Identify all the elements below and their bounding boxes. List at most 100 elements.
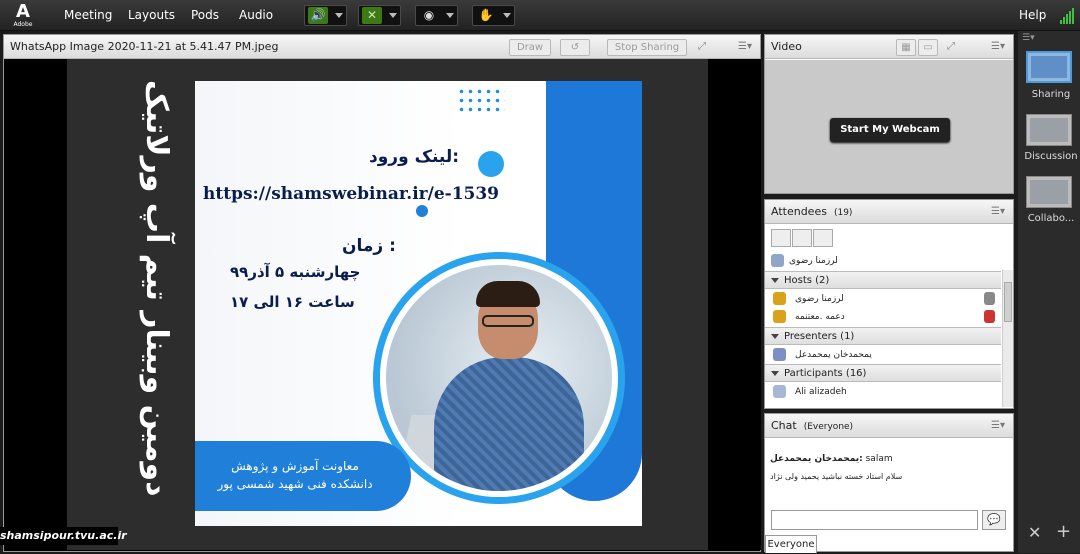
add-layout-icon[interactable]: + bbox=[1056, 521, 1071, 542]
my-status-row[interactable]: لرزمنا رضوی bbox=[765, 252, 1001, 270]
microphone-muted-icon[interactable]: ✕ bbox=[362, 7, 382, 24]
participants-group-label: Participants (16) bbox=[784, 368, 867, 379]
poster-banner-line2: دانشکده فنی شهید شمسی پور bbox=[217, 477, 373, 491]
chat-message: سلام استاد خسته نباشید یحمید ولی نژاد bbox=[770, 472, 902, 481]
video-pod: Video ▦ ▭ ⤢ ☰▾ Start My Webcam bbox=[764, 34, 1014, 194]
layouts-menu-icon[interactable]: ☰▾ bbox=[1022, 33, 1035, 43]
layout-discussion-label[interactable]: Discussion bbox=[1022, 151, 1080, 162]
grid-view-icon[interactable]: ▦ bbox=[896, 39, 916, 56]
speaker-control[interactable]: 🔊 bbox=[304, 5, 347, 26]
presenters-group-header[interactable]: Presenters (1) bbox=[765, 327, 1001, 345]
collapse-triangle-icon[interactable] bbox=[771, 278, 779, 283]
attendees-pod: Attendees (19) ☰▾ لرزمنا رضوی Hosts (2) … bbox=[764, 199, 1014, 409]
video-pod-header: Video ▦ ▭ ⤢ ☰▾ bbox=[765, 35, 1013, 59]
menu-audio[interactable]: Audio bbox=[239, 0, 273, 31]
person-body-illustration bbox=[434, 357, 584, 491]
chat-pod: Chat (Everyone) ☰▾ یمحمدخان یمحمدعل: sal… bbox=[764, 413, 1014, 553]
status-control[interactable]: ✋ bbox=[472, 5, 515, 26]
poster-date: چهارشنبه ۵ آذر۹۹ bbox=[230, 263, 361, 281]
participants-group-header[interactable]: Participants (16) bbox=[765, 364, 1001, 382]
chat-title-text: Chat bbox=[771, 419, 797, 432]
filmstrip-view-icon[interactable]: ▭ bbox=[918, 39, 938, 56]
draw-button[interactable]: Draw bbox=[509, 39, 551, 56]
poster-time-label: زمان : bbox=[342, 236, 396, 256]
poster-hours: ساعت ۱۶ الی ۱۷ bbox=[230, 293, 355, 311]
poster-dot-icon bbox=[478, 151, 504, 177]
chat-sender: یمحمدخان یمحمدعل: bbox=[770, 454, 863, 464]
start-webcam-button[interactable]: Start My Webcam bbox=[830, 118, 950, 142]
attendee-row[interactable]: Ali alizadeh bbox=[765, 383, 1001, 401]
attendee-name: لرزمنا رضوی bbox=[795, 294, 844, 304]
attendee-row[interactable]: دعمه .معتنمه bbox=[765, 308, 1001, 326]
send-message-icon[interactable]: 💬 bbox=[982, 510, 1006, 530]
chat-input[interactable] bbox=[771, 510, 978, 530]
stop-sharing-button[interactable]: Stop Sharing bbox=[607, 39, 687, 56]
layout-collaboration-thumb[interactable] bbox=[1026, 176, 1072, 208]
attendees-count: (19) bbox=[833, 208, 853, 218]
sync-icon[interactable]: ↺ bbox=[560, 39, 590, 56]
slide-vertical-title: دومین وبینار تیم آپ ورلاتیک bbox=[139, 79, 174, 497]
collapse-triangle-icon[interactable] bbox=[771, 371, 779, 376]
person-hair-illustration bbox=[476, 281, 540, 307]
chat-message: یمحمدخان یمحمدعل: salam bbox=[770, 454, 893, 464]
list-view-icon[interactable] bbox=[771, 229, 791, 247]
layout-sharing-label[interactable]: Sharing bbox=[1022, 89, 1080, 100]
site-watermark: shamsipour.tvu.ac.ir bbox=[0, 527, 127, 545]
hosts-group-header[interactable]: Hosts (2) bbox=[765, 271, 1001, 289]
presenter-user-icon bbox=[773, 348, 786, 361]
status-view-icon[interactable] bbox=[813, 229, 833, 247]
host-user-icon bbox=[773, 310, 786, 323]
breakout-icon[interactable] bbox=[792, 229, 812, 247]
speaker-icon[interactable]: 🔊 bbox=[308, 7, 328, 24]
menu-pods[interactable]: Pods bbox=[191, 0, 219, 31]
attendee-row[interactable]: یمحمدخان یمحمدعل bbox=[765, 346, 1001, 364]
attendee-view-toolbar bbox=[771, 229, 835, 249]
adobe-logo-icon: A bbox=[16, 1, 30, 22]
attendee-name: Ali alizadeh bbox=[795, 387, 847, 397]
raise-hand-icon[interactable]: ✋ bbox=[476, 7, 496, 24]
chevron-down-icon[interactable] bbox=[335, 13, 343, 18]
close-icon[interactable]: ✕ bbox=[1028, 523, 1041, 542]
webcam-icon[interactable]: ◉ bbox=[419, 7, 439, 24]
pod-menu-icon[interactable]: ☰▾ bbox=[736, 40, 754, 54]
host-user-icon bbox=[773, 292, 786, 305]
attendee-name: یمحمدخان یمحمدعل bbox=[795, 350, 872, 360]
pod-menu-icon[interactable]: ☰▾ bbox=[989, 40, 1007, 54]
attendees-scrollbar[interactable] bbox=[1002, 270, 1013, 407]
presenters-group-label: Presenters (1) bbox=[784, 331, 855, 342]
attendee-row[interactable]: لرزمنا رضوی bbox=[765, 290, 1001, 308]
pod-menu-icon[interactable]: ☰▾ bbox=[989, 205, 1007, 219]
chevron-down-icon[interactable] bbox=[446, 13, 454, 18]
menu-help[interactable]: Help bbox=[1019, 0, 1046, 31]
chevron-down-icon[interactable] bbox=[503, 13, 511, 18]
microphone-muted-icon bbox=[984, 310, 995, 323]
attendees-pod-title: Attendees (19) bbox=[771, 200, 852, 225]
attendee-name: دعمه .معتنمه bbox=[795, 312, 845, 322]
menu-layouts[interactable]: Layouts bbox=[128, 0, 175, 31]
chat-text: salam bbox=[862, 454, 893, 464]
microphone-icon bbox=[984, 292, 995, 305]
collapse-triangle-icon[interactable] bbox=[771, 334, 779, 339]
fullscreen-icon[interactable]: ⤢ bbox=[943, 39, 959, 56]
phone-icon bbox=[771, 254, 784, 267]
pod-menu-icon[interactable]: ☰▾ bbox=[989, 419, 1007, 433]
poster-banner: معاونت آموزش و پژوهش دانشکده فنی شهید شم… bbox=[195, 441, 411, 511]
menu-meeting[interactable]: Meeting bbox=[64, 0, 112, 31]
webinar-poster: لینک ورود: https://shamswebinar.ir/e-153… bbox=[195, 81, 642, 526]
participant-user-icon bbox=[773, 385, 786, 398]
scrollbar-thumb[interactable] bbox=[1004, 282, 1012, 322]
layout-sharing-thumb[interactable] bbox=[1026, 51, 1072, 83]
chevron-down-icon[interactable] bbox=[389, 13, 397, 18]
webcam-control[interactable]: ◉ bbox=[415, 5, 458, 26]
chat-tab-everyone[interactable]: Everyone bbox=[765, 535, 817, 553]
microphone-control[interactable]: ✕ bbox=[358, 5, 401, 26]
layout-discussion-thumb[interactable] bbox=[1026, 114, 1072, 146]
layout-collaboration-label[interactable]: Collabo... bbox=[1022, 213, 1080, 224]
adobe-logo-text: Adobe bbox=[13, 21, 33, 28]
attendees-title-text: Attendees bbox=[771, 205, 827, 218]
fullscreen-icon[interactable]: ⤢ bbox=[694, 39, 710, 56]
chat-text: سلام استاد خسته نباشید یحمید ولی نژاد bbox=[770, 472, 903, 481]
adobe-logo: A Adobe bbox=[11, 1, 35, 29]
poster-banner-line1: معاونت آموزش و پژوهش bbox=[231, 459, 359, 473]
video-pod-title: Video bbox=[771, 40, 802, 53]
